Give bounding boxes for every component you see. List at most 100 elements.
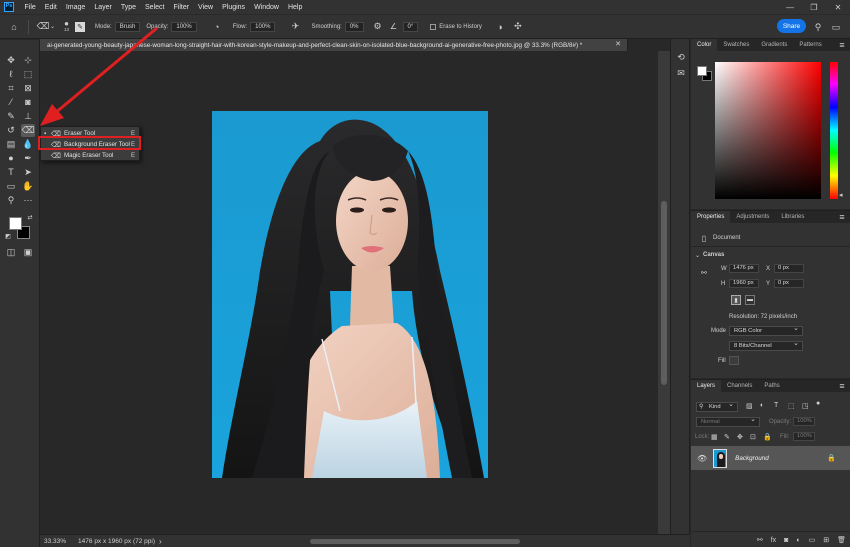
bit-depth-select[interactable]: 8 Bits/Channel: [729, 340, 803, 351]
tab-properties[interactable]: Properties: [691, 211, 731, 223]
y-field[interactable]: 0 px: [774, 279, 804, 288]
adjustment-layer-icon[interactable]: ◐: [796, 537, 800, 544]
collapsed-panel-strip: ⟲ ✉: [670, 39, 690, 547]
color-fg-swatch-front[interactable]: [697, 66, 707, 76]
height-field[interactable]: 1960 px: [729, 279, 759, 288]
kind-label: Kind: [709, 404, 721, 410]
portrait-orientation-icon[interactable]: ▮: [731, 295, 741, 305]
tab-layers[interactable]: Layers: [691, 380, 722, 392]
width-field[interactable]: 1476 px: [729, 264, 759, 273]
tab-channels[interactable]: Channels: [721, 380, 758, 392]
document-icon: ▯: [701, 233, 707, 243]
new-layer-icon[interactable]: ⊞: [823, 536, 829, 544]
layers-panel-tabs: Layers Channels Paths: [691, 380, 850, 392]
thumbnail-face: [719, 453, 724, 459]
properties-panel: Properties Adjustments Libraries ≡ ▯ Doc…: [691, 210, 850, 378]
background-eraser-icon: ⌫: [51, 141, 61, 149]
h-label: H: [721, 281, 726, 287]
history-panel-icon[interactable]: ⟲: [675, 51, 687, 63]
y-label: Y: [766, 281, 771, 287]
vertical-scrollbar[interactable]: [658, 51, 670, 534]
magic-eraser-icon: ⌫: [51, 152, 61, 160]
lock-label: Lock:: [695, 434, 710, 440]
x-label: X: [766, 266, 771, 272]
color-panel: Color Swatches Gradients Patterns ≡ ◂: [691, 39, 850, 209]
mode-label: Mode: [711, 328, 727, 334]
visibility-eye-icon[interactable]: 👁: [697, 454, 707, 463]
panel-menu-icon[interactable]: ≡: [836, 39, 848, 51]
hue-slider-marker-icon: ◂: [839, 192, 843, 199]
lock-image-icon[interactable]: ✎: [724, 433, 730, 441]
document-dimensions: 1476 px x 1960 px (72 ppi): [78, 537, 156, 545]
eraser-icon: ⌫: [51, 130, 61, 138]
zoom-level[interactable]: 33.33%: [44, 538, 66, 545]
hue-slider[interactable]: [830, 62, 838, 199]
adjustment-filter-icon[interactable]: ◐: [760, 402, 764, 409]
layer-style-icon[interactable]: fx: [771, 537, 776, 544]
status-menu-chevron-icon[interactable]: ›: [159, 537, 162, 546]
layer-fill-field[interactable]: 100%: [793, 432, 815, 441]
active-bullet-icon: ▪: [44, 130, 47, 137]
filter-toggle-icon[interactable]: ●: [816, 400, 820, 407]
layer-opacity-field[interactable]: 100%: [793, 417, 815, 426]
layer-name[interactable]: Background: [735, 455, 769, 462]
fill-swatch[interactable]: [729, 356, 739, 365]
tab-adjustments[interactable]: Adjustments: [730, 211, 775, 223]
color-mode-select[interactable]: RGB Color: [729, 325, 803, 336]
flyout-item-eraser[interactable]: ▪ ⌫ Eraser Tool E: [41, 128, 139, 139]
blend-mode-select[interactable]: Normal: [696, 416, 760, 427]
comments-panel-icon[interactable]: ✉: [675, 67, 687, 79]
lock-transparent-icon[interactable]: ▦: [711, 433, 718, 441]
delete-layer-icon[interactable]: 🗑: [837, 536, 846, 544]
type-filter-icon[interactable]: T: [774, 402, 778, 409]
pixel-filter-icon[interactable]: ▨: [746, 402, 753, 410]
horizontal-scroll-thumb[interactable]: [310, 539, 520, 544]
flyout-item-magic-eraser[interactable]: ⌫ Magic Eraser Tool E: [41, 150, 139, 161]
collapse-chevron-icon[interactable]: ⌄: [695, 252, 700, 259]
lock-position-icon[interactable]: ✥: [737, 433, 743, 441]
opacity-label: Opacity:: [769, 419, 792, 425]
smart-object-filter-icon[interactable]: ◳: [802, 402, 809, 410]
tab-swatches[interactable]: Swatches: [717, 39, 755, 51]
shortcut-key: E: [130, 152, 135, 159]
shortcut-key: E: [130, 130, 135, 137]
flyout-label-background-eraser: Background Eraser Tool: [64, 141, 130, 148]
resolution-text: Resolution: 72 pixels/inch: [729, 314, 798, 320]
shape-filter-icon[interactable]: ⬚: [788, 402, 795, 410]
canvas-label: Canvas: [703, 252, 725, 258]
link-dimensions-icon[interactable]: ⚯: [701, 269, 707, 277]
landscape-orientation-icon[interactable]: ▬: [745, 295, 755, 305]
layer-thumbnail[interactable]: [713, 448, 728, 468]
vertical-scroll-thumb[interactable]: [661, 201, 667, 385]
flyout-label-magic-eraser: Magic Eraser Tool: [64, 152, 114, 159]
layers-footer: ⚯ fx ◙ ◐ ▭ ⊞ 🗑: [691, 531, 850, 547]
panel-menu-icon[interactable]: ≡: [836, 211, 848, 223]
properties-panel-tabs: Properties Adjustments Libraries: [691, 211, 850, 223]
link-layers-icon[interactable]: ⚯: [757, 536, 763, 544]
flyout-item-background-eraser[interactable]: ⌫ Background Eraser Tool E: [41, 139, 139, 150]
filter-kind-select[interactable]: ⚲ Kind: [696, 401, 738, 412]
layers-panel: Layers Channels Paths ≡ ⚲ Kind ▨ ◐ T ⬚ ◳…: [691, 379, 850, 547]
layer-row-background[interactable]: 👁 Background 🔒: [691, 446, 850, 470]
flyout-label-eraser: Eraser Tool: [64, 130, 96, 137]
tab-patterns[interactable]: Patterns: [793, 39, 827, 51]
color-panel-tabs: Color Swatches Gradients Patterns: [691, 39, 850, 51]
tab-color[interactable]: Color: [691, 39, 718, 51]
tab-paths[interactable]: Paths: [758, 380, 785, 392]
panel-menu-icon[interactable]: ≡: [836, 380, 848, 392]
fill-label: Fill:: [780, 434, 790, 440]
status-bar: 33.33% 1476 px x 1960 px (72 ppi) ›: [40, 534, 690, 547]
divider: [691, 246, 850, 247]
x-field[interactable]: 0 px: [774, 264, 804, 273]
eraser-tools-flyout: ▪ ⌫ Eraser Tool E ⌫ Background Eraser To…: [40, 126, 140, 161]
w-label: W: [721, 266, 727, 272]
color-spectrum-field[interactable]: [715, 62, 821, 199]
layer-lock-icon: 🔒: [827, 455, 836, 462]
photoshop-window: Ps File Edit Image Layer Type Select Fil…: [0, 0, 850, 547]
lock-artboard-icon[interactable]: ⊡: [750, 433, 756, 441]
lock-all-icon[interactable]: 🔒: [763, 433, 772, 441]
tab-libraries[interactable]: Libraries: [775, 211, 810, 223]
new-group-icon[interactable]: ▭: [809, 536, 816, 544]
tab-gradients[interactable]: Gradients: [755, 39, 793, 51]
add-mask-icon[interactable]: ◙: [784, 537, 788, 544]
